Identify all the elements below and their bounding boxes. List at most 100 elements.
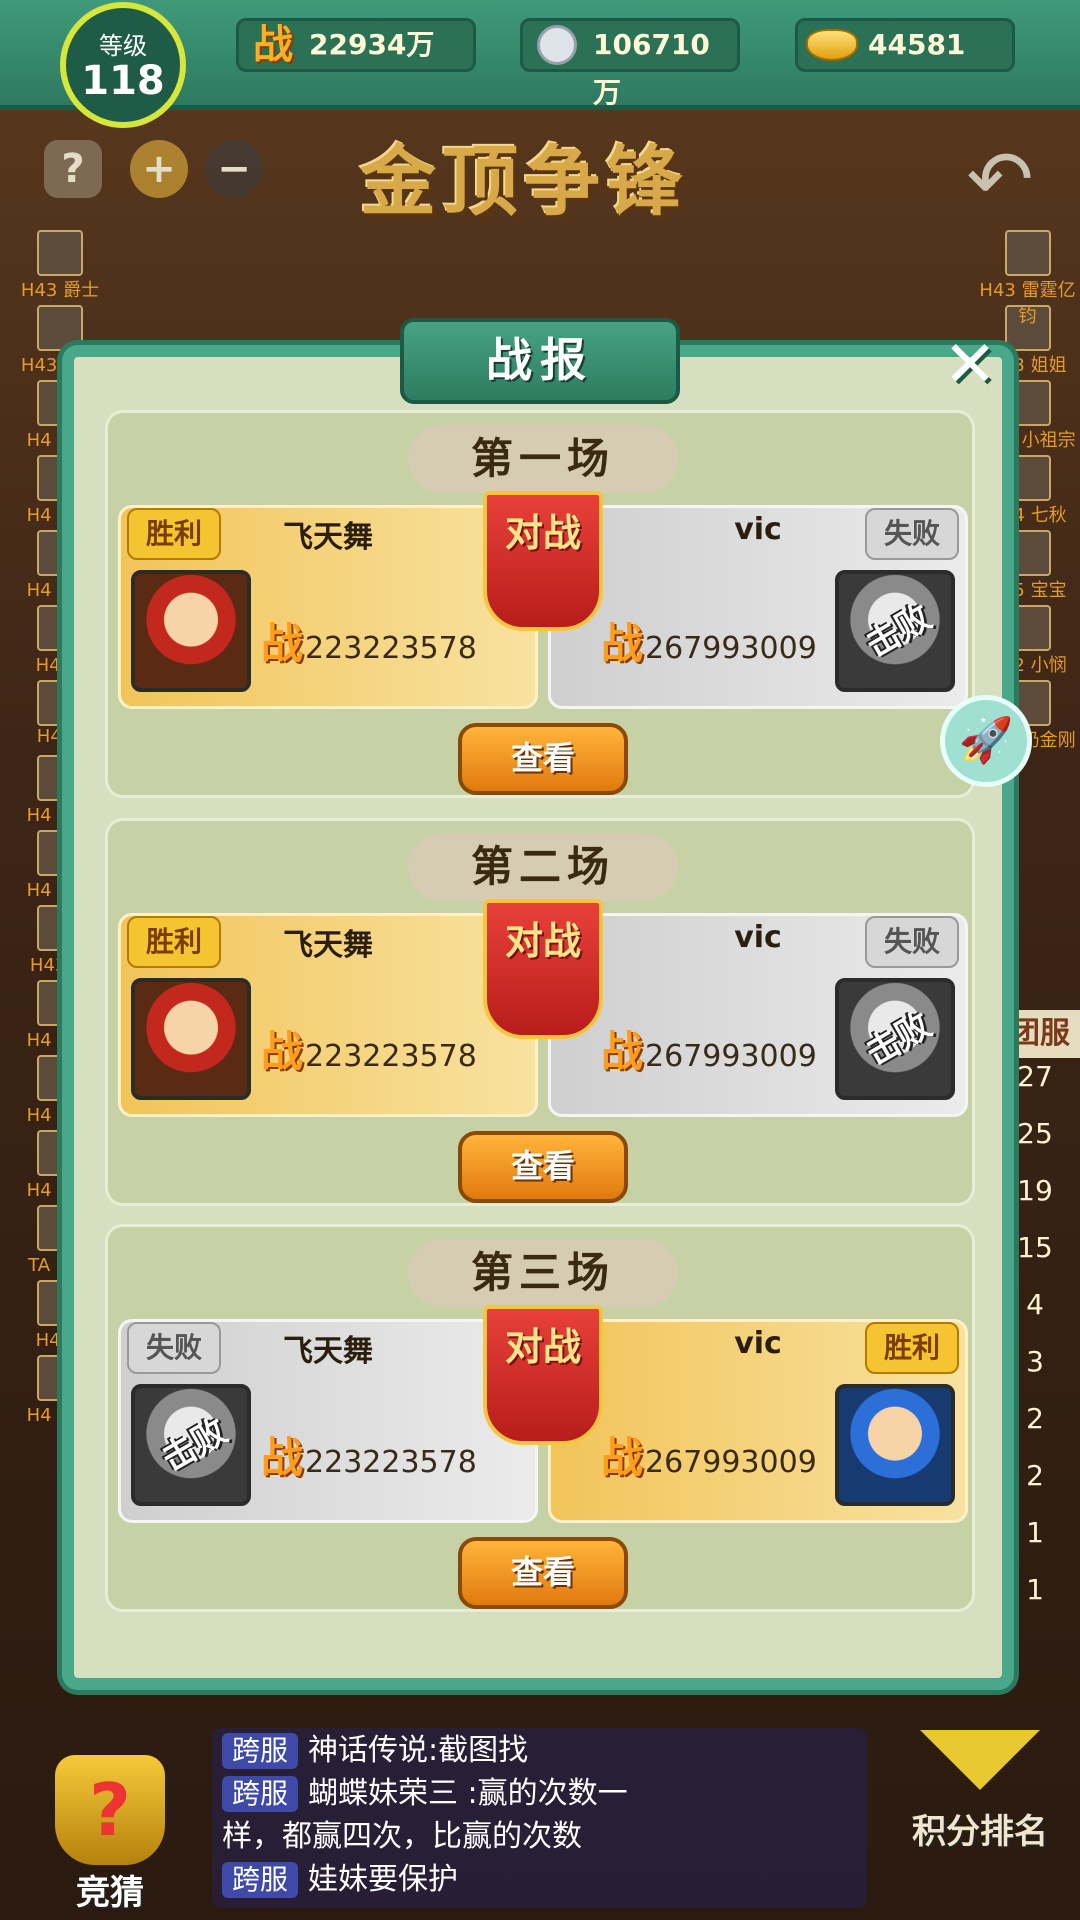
versus-banner: 对战 [483, 899, 603, 1039]
player-avatar[interactable] [131, 570, 251, 692]
bracket-server: H43 [29, 955, 67, 976]
power-display: 战 22934万 [236, 18, 476, 72]
player-panel-right: 失败 vic 击败 战267993009 [548, 913, 968, 1117]
combat-power-value: 223223578 [305, 1039, 477, 1074]
chat-text: 娃妹要保护 [308, 1862, 459, 1897]
match-title: 第一场 [408, 425, 678, 493]
bracket-name: 小悯 [1030, 655, 1067, 676]
rank-number: 3 [1026, 1345, 1044, 1378]
dialog-title: 战报 [400, 318, 680, 404]
rank-number: 2 [1026, 1459, 1044, 1492]
combat-power-value: 223223578 [305, 1445, 477, 1480]
bracket-name: 七秋 [1030, 505, 1067, 526]
player-avatar[interactable]: 击败 [131, 1384, 251, 1506]
bracket-name: 爵士 [63, 280, 100, 301]
bracket-server: H4 [36, 726, 62, 747]
player-avatar[interactable] [131, 978, 251, 1100]
player-panel-left: 失败 飞天舞 击败 战223223578 [118, 1319, 538, 1523]
view-replay-button[interactable]: 查看 [458, 1131, 628, 1203]
rank-number: 1 [1026, 1573, 1044, 1606]
match-card: 第二场 胜利 飞天舞 战223223578 失败 vic 击败 战267993009 对战 查看 [105, 818, 975, 1206]
bracket-entry[interactable]: H43 雷霆亿钧 [975, 230, 1080, 327]
chat-channel-tag: 跨服 [222, 1733, 299, 1769]
player-name: vic [734, 920, 782, 955]
power-value: 22934万 [309, 28, 435, 61]
versus-banner: 对战 [483, 491, 603, 631]
rank-number: 2 [1026, 1402, 1044, 1435]
match-title: 第三场 [408, 1239, 678, 1307]
combat-power-value: 267993009 [645, 1039, 817, 1074]
power-icon: 战 [253, 22, 293, 68]
gold-ingot-icon [806, 23, 858, 67]
player-avatar[interactable]: 击败 [835, 570, 955, 692]
bracket-server: TA [28, 1255, 51, 1276]
defeated-stamp: 击败 [859, 1005, 939, 1074]
rocket-icon[interactable]: 🚀 [940, 695, 1032, 787]
bracket-server: H43 [979, 280, 1016, 301]
player-avatar[interactable] [835, 1384, 955, 1506]
view-replay-button[interactable]: 查看 [458, 1537, 628, 1609]
guess-button[interactable]: ? 竞猜 [40, 1755, 180, 1915]
combat-power: 战267993009 [601, 610, 817, 671]
combat-power: 战267993009 [601, 1424, 817, 1485]
bracket-label: H43 爵士 [5, 276, 115, 302]
level-value: 118 [81, 58, 165, 104]
power-icon: 战 [601, 1027, 644, 1076]
chat-text: 蝴蝶妹荣三 :赢的次数一 [308, 1776, 628, 1811]
chat-message: 跨服 蝴蝶妹荣三 :赢的次数一 [212, 1774, 867, 1814]
top-currency-bar: 等级 118 战 22934万 106710万 44581 [0, 0, 1080, 128]
back-arrow-icon[interactable]: ↶ [950, 135, 1050, 225]
view-replay-button[interactable]: 查看 [458, 723, 628, 795]
arrow-down-icon [920, 1730, 1040, 1790]
bracket-server: H4 [26, 1180, 52, 1201]
player-avatar[interactable]: 击败 [835, 978, 955, 1100]
player-name: vic [734, 512, 782, 547]
versus-banner: 对战 [483, 1305, 603, 1445]
combat-power: 战223223578 [261, 1424, 477, 1485]
bracket-server: H4 [26, 1105, 52, 1126]
player-name: 飞天舞 [283, 1334, 373, 1369]
zoom-in-icon[interactable]: + [130, 140, 188, 198]
rank-number: 19 [1017, 1174, 1053, 1207]
rank-number: 15 [1017, 1231, 1053, 1264]
power-icon: 战 [601, 619, 644, 668]
avatar [37, 230, 83, 276]
power-icon: 战 [261, 619, 304, 668]
bracket-name: 姐姐 [1030, 355, 1067, 376]
rank-number: 1 [1026, 1516, 1044, 1549]
player-name: 飞天舞 [283, 928, 373, 963]
power-icon: 战 [261, 1027, 304, 1076]
chat-text: 神话传说:截图找 [308, 1733, 529, 1768]
player-panel-right: 胜利 vic 战267993009 [548, 1319, 968, 1523]
chat-panel[interactable]: 跨服 神话传说:截图找 跨服 蝴蝶妹荣三 :赢的次数一 样，都赢四次，比赢的次数 跨服 娃妹… [212, 1728, 867, 1908]
power-icon: 战 [601, 1433, 644, 1482]
player-panel-right: 失败 vic 击败 战267993009 [548, 505, 968, 709]
player-panel-left: 胜利 飞天舞 战223223578 [118, 505, 538, 709]
trophy-icon: ? [55, 1755, 165, 1865]
silver-coin-icon [531, 23, 583, 67]
bracket-name: 宝宝 [1030, 580, 1067, 601]
combat-power-value: 267993009 [645, 1445, 817, 1480]
points-ranking-button[interactable]: 积分排名 [895, 1730, 1065, 1870]
silver-display: 106710万 [520, 18, 740, 109]
defeated-stamp: 击败 [859, 597, 939, 666]
chat-text: 样，都赢四次，比赢的次数 [222, 1819, 582, 1854]
close-icon[interactable]: ✕ [935, 330, 1005, 400]
player-level-badge[interactable]: 等级 118 [60, 2, 186, 128]
match-card: 第三场 失败 飞天舞 击败 战223223578 胜利 vic 战267993009 对战 查看 [105, 1224, 975, 1612]
chat-message: 跨服 娃妹要保护 [212, 1860, 867, 1900]
gold-display: 44581 [795, 18, 1015, 72]
bracket-server: H4 [26, 430, 52, 451]
bracket-server: H4 [26, 580, 52, 601]
help-icon[interactable]: ? [44, 140, 102, 198]
bracket-server: H43 [20, 355, 58, 376]
zoom-out-icon[interactable]: − [205, 140, 263, 198]
bracket-entry[interactable]: H43 爵士 [5, 230, 115, 305]
chat-message: 样，都赢四次，比赢的次数 [212, 1817, 867, 1857]
combat-power: 战223223578 [261, 1018, 477, 1079]
chat-channel-tag: 跨服 [222, 1862, 299, 1898]
bracket-server: H4 [26, 1030, 52, 1051]
player-name: vic [734, 1326, 782, 1361]
combat-power-value: 267993009 [645, 631, 817, 666]
bracket-server: H4 [26, 805, 52, 826]
